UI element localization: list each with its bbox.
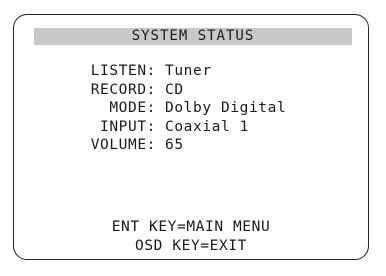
status-row-input: INPUT: Coaxial 1: [80, 118, 286, 137]
osd-screen: SYSTEM STATUS LISTEN: Tuner RECORD: CD M…: [13, 14, 369, 260]
status-row-volume: VOLUME: 65: [80, 136, 286, 155]
hint-main-menu: ENT KEY=MAIN MENU: [111, 219, 271, 235]
status-row-listen: LISTEN: Tuner: [80, 62, 286, 81]
status-row-mode: MODE: Dolby Digital: [80, 99, 286, 118]
screen-title: SYSTEM STATUS: [34, 28, 352, 45]
status-label: INPUT:: [100, 118, 156, 135]
status-label: RECORD:: [90, 81, 156, 98]
status-list: LISTEN: Tuner RECORD: CD MODE: Dolby Dig…: [80, 62, 286, 155]
status-label: VOLUME:: [90, 137, 156, 153]
status-row-record: RECORD: CD: [80, 81, 286, 100]
status-value: 65: [165, 137, 184, 153]
status-value: Dolby Digital: [165, 100, 287, 116]
status-value: CD: [165, 81, 184, 98]
status-value: Coaxial 1: [165, 118, 249, 135]
status-label: LISTEN:: [90, 63, 156, 79]
key-hints: ENT KEY=MAIN MENU OSD KEY=EXIT: [14, 218, 368, 256]
status-label: MODE:: [109, 100, 156, 116]
hint-exit: OSD KEY=EXIT: [135, 238, 247, 254]
status-value: Tuner: [165, 63, 212, 79]
